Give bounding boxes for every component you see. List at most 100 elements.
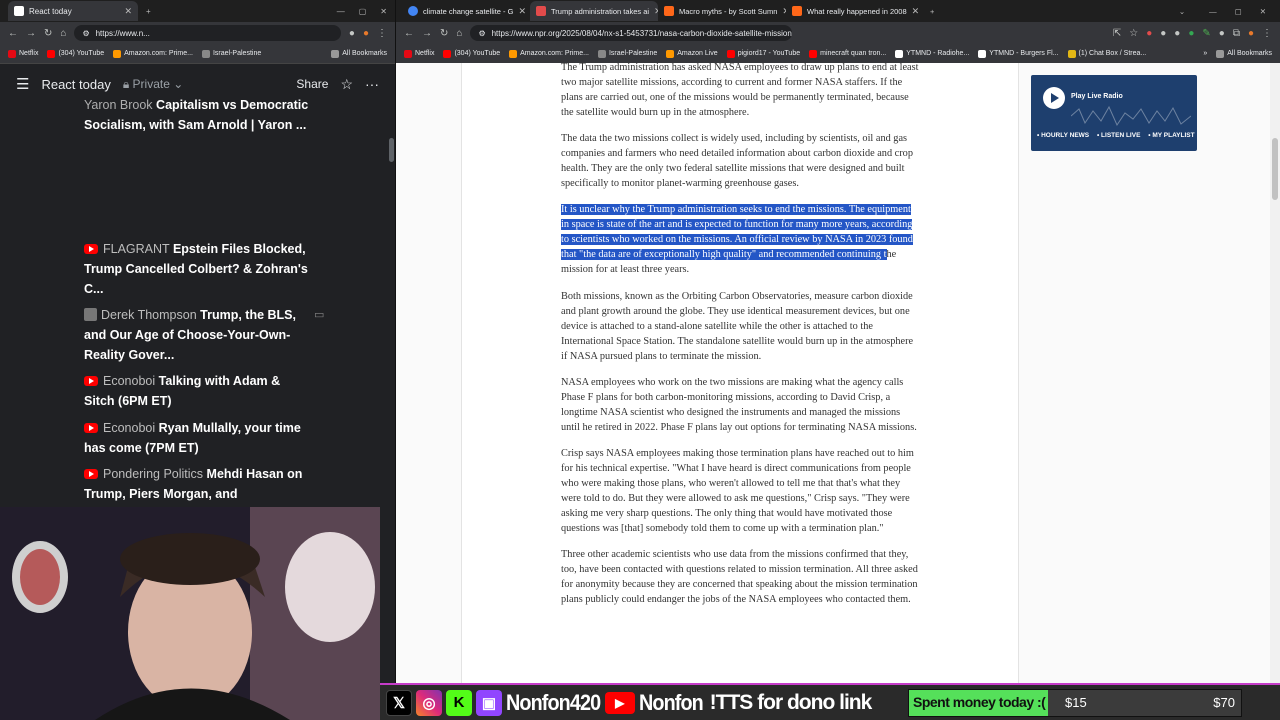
npr-icon <box>536 6 546 16</box>
amazon-icon <box>666 49 675 58</box>
menu-icon[interactable]: ⋮ <box>1262 28 1272 39</box>
scrollbar-thumb[interactable] <box>389 138 394 162</box>
feed-author: Yaron Brook <box>84 98 153 112</box>
address-bar[interactable]: ⚙ https://www.n... <box>74 25 341 41</box>
close-tab-icon[interactable]: ✕ <box>912 6 920 17</box>
list-item[interactable]: Econoboi Talking with Adam & Sitch (6PM … <box>84 371 314 411</box>
all-bookmarks[interactable]: All Bookmarks <box>331 49 387 58</box>
selected-text[interactable]: It is unclear why the Trump administrati… <box>561 204 913 261</box>
bookmark-youtube[interactable]: (304) YouTube <box>47 49 104 58</box>
play-icon[interactable] <box>1043 87 1065 109</box>
bookmark-israel-palestine[interactable]: Israel-Palestine <box>597 49 657 58</box>
extension-icon[interactable]: ● <box>1188 28 1194 39</box>
youtube-icon <box>726 49 735 58</box>
bookmark-ytmnd-burgers[interactable]: YTMND - Burgers Fl... <box>978 49 1059 58</box>
my-playlist-link[interactable]: • MY PLAYLIST <box>1148 132 1194 139</box>
bookmark-netflix[interactable]: Netflix <box>404 49 434 58</box>
site-info-icon[interactable]: ⚙ <box>478 29 485 38</box>
bookmark-amazon[interactable]: Amazon.com: Prime... <box>113 49 193 58</box>
extension-icon[interactable]: ● <box>1219 28 1225 39</box>
back-icon[interactable]: ← <box>404 28 414 39</box>
forward-icon[interactable]: → <box>422 28 432 39</box>
extension-icon[interactable]: ✎ <box>1202 28 1210 39</box>
listen-live-link[interactable]: • LISTEN LIVE <box>1097 132 1140 139</box>
new-tab-icon[interactable]: + <box>930 7 934 16</box>
close-window-icon[interactable]: ✕ <box>380 7 387 16</box>
bookmark-minecraft[interactable]: minecraft quan tron... <box>809 49 886 58</box>
bookmark-ytmnd-radiohead[interactable]: YTMND - Radiohe... <box>895 49 969 58</box>
install-app-icon[interactable]: ⇱ <box>1113 28 1121 39</box>
address-bar[interactable]: ⚙ https://www.npr.org/2025/08/04/nx-s1-5… <box>470 25 792 41</box>
page-scrollbar[interactable] <box>1270 63 1280 720</box>
bookmark-icon <box>597 49 606 58</box>
bookmark-amazon[interactable]: Amazon.com: Prime... <box>509 49 589 58</box>
x-twitter-icon: 𝕏 <box>386 689 412 716</box>
all-bookmarks[interactable]: All Bookmarks <box>1216 49 1272 58</box>
list-item[interactable]: FLAGRANT Epstein Files Blocked, Trump Ca… <box>84 239 314 299</box>
back-icon[interactable]: ← <box>8 28 18 39</box>
reload-icon[interactable]: ↻ <box>44 28 52 39</box>
more-bookmarks-icon[interactable]: » <box>1203 50 1207 57</box>
profile-avatar[interactable]: ● <box>363 28 369 39</box>
home-icon[interactable]: ⌂ <box>60 28 66 39</box>
close-tab-icon[interactable]: ✕ <box>124 6 132 17</box>
tab-substack-2008[interactable]: What really happened in 2008 ✕ <box>786 1 924 21</box>
feed-author: Econoboi <box>103 421 156 435</box>
minimize-icon[interactable]: — <box>337 7 345 16</box>
bookmark-chat-box[interactable]: (1) Chat Box / Strea... <box>1067 49 1146 58</box>
live-radio-widget[interactable]: Play Live Radio • HOURLY NEWS • LISTEN L… <box>1031 75 1197 151</box>
comment-icon[interactable]: ▭ <box>314 308 324 321</box>
tab-strip: React today ✕ + — ▢ ✕ <box>0 0 395 22</box>
substack-icon <box>792 6 802 16</box>
reload-icon[interactable]: ↻ <box>440 28 448 39</box>
menu-icon[interactable]: ⋮ <box>377 28 387 39</box>
tab-google-search[interactable]: climate change satellite - G ✕ <box>402 1 530 21</box>
extension-icon[interactable]: ● <box>1146 28 1152 39</box>
close-window-icon[interactable]: ✕ <box>1260 7 1266 16</box>
list-item[interactable]: Yaron Brook Capitalism vs Democratic Soc… <box>84 95 314 135</box>
tab-search-icon[interactable]: ⌄ <box>1179 7 1185 16</box>
extension-icon[interactable]: ● <box>349 28 355 39</box>
home-icon[interactable]: ⌂ <box>456 28 462 39</box>
bookmark-pigiord[interactable]: pigiord17 - YouTube <box>726 49 800 58</box>
close-tab-icon[interactable]: ✕ <box>518 6 526 17</box>
forward-icon[interactable]: → <box>26 28 36 39</box>
share-button[interactable]: Share <box>296 77 328 91</box>
puzzle-icon[interactable]: ⧉ <box>1233 28 1240 39</box>
ytmnd-icon <box>978 49 987 58</box>
star-icon[interactable]: ☆ <box>340 76 353 93</box>
bookmark-amazon-live[interactable]: Amazon Live <box>666 49 718 58</box>
folder-icon <box>1216 49 1225 58</box>
minimize-icon[interactable]: — <box>1209 7 1217 16</box>
maximize-icon[interactable]: ▢ <box>1235 7 1242 16</box>
profile-avatar[interactable]: ● <box>1248 28 1254 39</box>
tab-title: Trump administration takes ai <box>551 6 650 16</box>
feed-author: FLAGRANT <box>103 242 170 256</box>
new-tab-icon[interactable]: + <box>146 7 151 16</box>
list-item[interactable]: Econoboi Ryan Mullally, your time has co… <box>84 418 314 458</box>
scrollbar-thumb[interactable] <box>1272 138 1278 200</box>
more-options-icon[interactable]: ··· <box>365 76 379 92</box>
podcast-avatar-icon <box>84 308 97 321</box>
bookmark-netflix[interactable]: Netflix <box>8 49 38 58</box>
privacy-selector[interactable]: 🔒︎ Private ⌄ <box>123 77 183 92</box>
tab-strip: climate change satellite - G ✕ Trump admi… <box>396 0 1280 22</box>
bookmark-youtube[interactable]: (304) YouTube <box>443 49 500 58</box>
list-item[interactable]: Pondering Politics Mehdi Hasan on Trump,… <box>84 464 314 504</box>
bookmark-israel-palestine[interactable]: Israel-Palestine <box>201 49 261 58</box>
maximize-icon[interactable]: ▢ <box>359 7 367 16</box>
tab-substack-macro[interactable]: Macro myths - by Scott Sumn✕ <box>658 1 786 21</box>
scrollbar[interactable] <box>387 100 395 520</box>
hamburger-menu-icon[interactable]: ☰ <box>16 75 29 93</box>
list-item[interactable]: Derek Thompson Trump, the BLS, and Our A… <box>84 305 314 365</box>
bookmark-star-icon[interactable]: ☆ <box>1129 28 1138 39</box>
netflix-icon <box>404 49 412 58</box>
tab-npr-article[interactable]: Trump administration takes ai ✕ <box>530 1 658 21</box>
substack-icon <box>664 6 674 16</box>
tab-react-today[interactable]: React today ✕ <box>8 1 138 21</box>
extension-icon[interactable]: ● <box>1160 28 1166 39</box>
radio-links: • HOURLY NEWS • LISTEN LIVE • MY PLAYLIS… <box>1037 132 1195 139</box>
hourly-news-link[interactable]: • HOURLY NEWS <box>1037 132 1089 139</box>
site-info-icon[interactable]: ⚙ <box>82 29 89 38</box>
extension-icon[interactable]: ● <box>1174 28 1180 39</box>
